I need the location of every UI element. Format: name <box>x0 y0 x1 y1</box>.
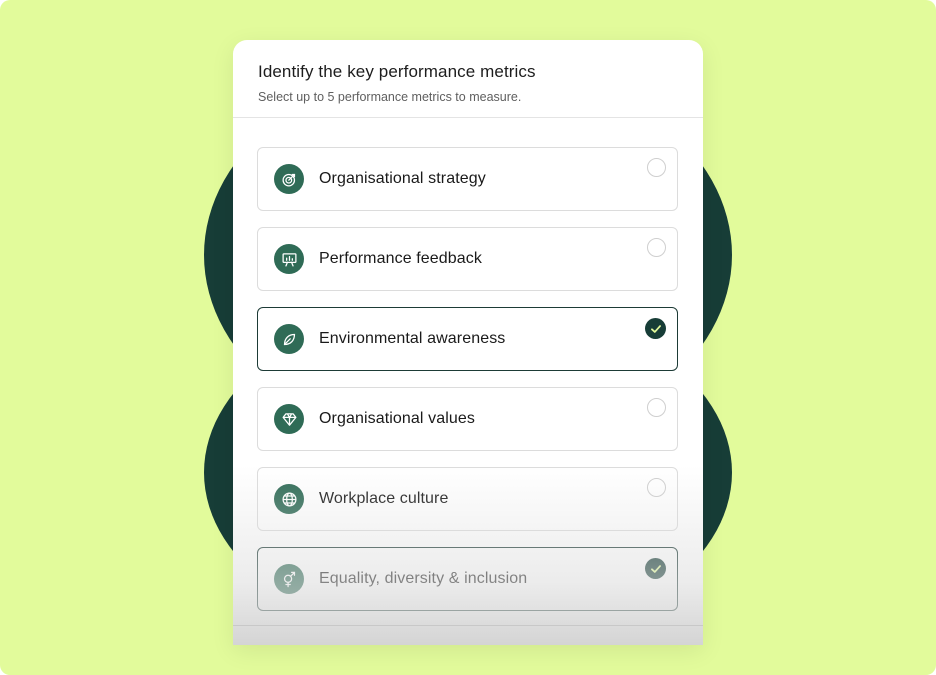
divider <box>233 625 703 626</box>
metric-label: Organisational values <box>319 410 475 427</box>
card-title: Identify the key performance metrics <box>258 62 536 81</box>
leaf-icon <box>274 324 304 354</box>
radio-unchecked[interactable] <box>647 398 666 417</box>
gender-symbol-icon <box>274 564 304 594</box>
metric-label: Organisational strategy <box>319 170 486 187</box>
globe-icon <box>274 484 304 514</box>
metric-option-organisational-values[interactable]: Organisational values <box>257 387 678 451</box>
background: Identify the key performance metrics Sel… <box>0 0 936 675</box>
presentation-board-icon <box>274 244 304 274</box>
radio-unchecked[interactable] <box>647 158 666 177</box>
metric-label: Environmental awareness <box>319 330 506 347</box>
card-subtitle: Select up to 5 performance metrics to me… <box>258 90 522 104</box>
metric-label: Equality, diversity & inclusion <box>319 570 528 587</box>
metric-option-environmental-awareness[interactable]: Environmental awareness <box>257 307 678 371</box>
diamond-icon <box>274 404 304 434</box>
radio-unchecked[interactable] <box>647 478 666 497</box>
checkmark-icon[interactable] <box>645 318 666 339</box>
metrics-selection-card: Identify the key performance metrics Sel… <box>233 40 703 645</box>
metric-option-equality-diversity-inclusion[interactable]: Equality, diversity & inclusion <box>257 547 678 611</box>
target-icon <box>274 164 304 194</box>
card-header: Identify the key performance metrics Sel… <box>233 40 703 118</box>
metric-option-workplace-culture[interactable]: Workplace culture <box>257 467 678 531</box>
radio-unchecked[interactable] <box>647 238 666 257</box>
metric-option-performance-feedback[interactable]: Performance feedback <box>257 227 678 291</box>
metrics-list: Organisational strategy Performance feed… <box>257 147 678 627</box>
checkmark-icon[interactable] <box>645 558 666 579</box>
metric-label: Performance feedback <box>319 250 482 267</box>
metric-label: Workplace culture <box>319 490 449 507</box>
metric-option-organisational-strategy[interactable]: Organisational strategy <box>257 147 678 211</box>
